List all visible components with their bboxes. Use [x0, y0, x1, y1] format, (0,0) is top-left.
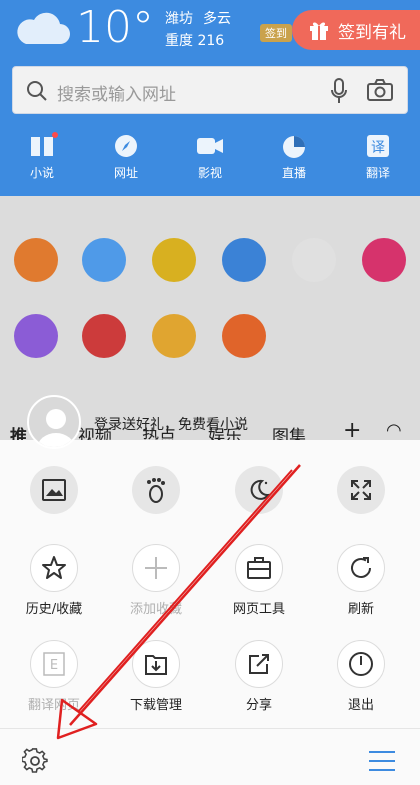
app-icon[interactable] [152, 314, 196, 358]
app-icon[interactable] [292, 238, 336, 282]
headset-icon[interactable]: ◠ [386, 420, 402, 441]
nav-novel[interactable]: 小说 [12, 128, 72, 188]
add-favorite-label: 添加收藏 [129, 602, 182, 617]
menu-sheet: 历史/收藏 添加收藏 网页工具 刷新 E 翻译网页 下载管理 分享 退出 [0, 440, 420, 785]
live-icon [283, 136, 305, 158]
signin-button[interactable]: 签到有礼 [292, 10, 420, 50]
download-manager-button[interactable] [132, 640, 180, 688]
picture-icon [42, 479, 66, 501]
nav-video[interactable]: 影视 [180, 128, 240, 188]
nav-translate[interactable]: 译 翻译 [348, 128, 408, 188]
compass-icon [115, 135, 137, 157]
weather-condition: 多云 [203, 11, 231, 27]
temperature: 10° [76, 2, 154, 53]
app-icon[interactable] [82, 238, 126, 282]
plus-icon [145, 557, 167, 579]
header: 10° 潍坊 多云 重度 216 签到 签到有礼 搜索或输入网址 小说 网址 影… [0, 0, 420, 196]
no-image-mode-button[interactable] [30, 466, 78, 514]
gear-icon[interactable] [22, 748, 48, 774]
toolbox-icon [247, 557, 271, 579]
no-trace-mode-button[interactable] [132, 466, 180, 514]
app-icon[interactable] [222, 314, 266, 358]
app-icon[interactable] [82, 314, 126, 358]
translate-page-button[interactable]: E [30, 640, 78, 688]
power-icon [349, 652, 373, 676]
nav-label: 小说 [29, 166, 54, 180]
refresh-icon [351, 557, 371, 578]
signin-tag: 签到 [260, 24, 292, 42]
expand-icon [351, 480, 371, 500]
air-quality: 重度 216 [165, 33, 225, 49]
nav-live[interactable]: 直播 [264, 128, 324, 188]
book-icon [31, 137, 53, 156]
cloud-icon [17, 12, 70, 44]
app-icon[interactable] [222, 238, 266, 282]
fullscreen-button[interactable] [337, 466, 385, 514]
translate-icon: 译 [367, 135, 389, 157]
footprint-icon [147, 478, 165, 503]
web-tools-button[interactable] [235, 544, 283, 592]
exit-button[interactable] [337, 640, 385, 688]
download-manager-label: 下载管理 [129, 698, 182, 713]
exit-label: 退出 [347, 698, 374, 713]
app-icon[interactable] [152, 238, 196, 282]
svg-text:译: 译 [371, 140, 385, 156]
nav-label: 影视 [197, 166, 222, 180]
refresh-label: 刷新 [347, 602, 374, 617]
add-favorite-button[interactable] [132, 544, 180, 592]
letter-e-icon: E [43, 652, 65, 676]
login-promo[interactable]: 登录送好礼，免费看小说 [94, 414, 248, 434]
camera-icon[interactable] [367, 79, 393, 101]
share-icon [249, 654, 269, 674]
nav-label: 翻译 [365, 166, 390, 180]
gift-icon [310, 22, 328, 40]
video-camera-icon [197, 138, 223, 154]
share-button[interactable] [235, 640, 283, 688]
app-icon[interactable] [14, 314, 58, 358]
night-mode-button[interactable] [235, 466, 283, 514]
web-tools-label: 网页工具 [232, 602, 285, 617]
nav-label: 直播 [281, 166, 306, 180]
svg-text:E: E [50, 658, 58, 673]
microphone-icon[interactable] [329, 77, 349, 105]
history-favorites-button[interactable] [30, 544, 78, 592]
app-icon[interactable] [362, 238, 406, 282]
search-placeholder: 搜索或输入网址 [57, 85, 176, 105]
download-icon [145, 655, 167, 675]
share-label: 分享 [245, 698, 272, 713]
nav-websites[interactable]: 网址 [96, 128, 156, 188]
signin-label: 签到有礼 [338, 22, 406, 43]
history-favorites-label: 历史/收藏 [25, 602, 83, 617]
search-icon [27, 81, 47, 101]
moon-icon [250, 479, 271, 500]
search-bar[interactable]: 搜索或输入网址 [12, 66, 408, 114]
translate-page-label: 翻译网页 [27, 698, 80, 713]
hamburger-icon[interactable] [368, 750, 396, 772]
city-name: 潍坊 [165, 11, 193, 27]
avatar[interactable] [27, 395, 81, 449]
star-icon [42, 556, 66, 579]
nav-label: 网址 [113, 166, 138, 180]
refresh-button[interactable] [337, 544, 385, 592]
notification-dot [52, 132, 58, 138]
top-nav: 小说 网址 影视 直播 译 翻译 [0, 128, 420, 188]
app-icon[interactable] [14, 238, 58, 282]
divider [0, 728, 420, 729]
